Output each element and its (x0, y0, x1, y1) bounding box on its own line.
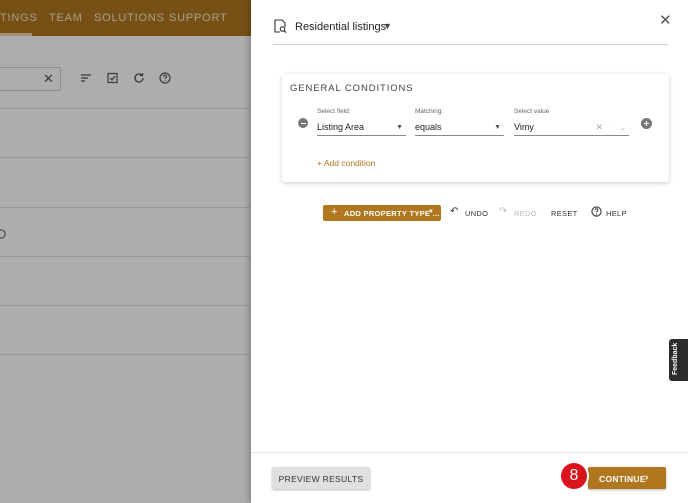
field-label: Select field: (317, 108, 351, 115)
conditions-heading: GENERAL CONDITIONS (290, 83, 414, 94)
matching-dropdown[interactable]: Matching: equals ▼ (415, 108, 504, 136)
caret-down-icon[interactable]: ▼ (383, 21, 392, 31)
add-property-label: ADD PROPERTY TYPE ... (344, 209, 440, 218)
value-value: Vimy (514, 122, 534, 132)
caret-down-icon: ▼ (396, 124, 403, 131)
close-icon[interactable]: ✕ (659, 13, 672, 28)
help-icon[interactable] (591, 206, 602, 221)
value-label: Select value (514, 108, 550, 115)
remove-condition-icon[interactable] (298, 118, 308, 128)
query-drawer: Residential listings ▼ ✕ GENERAL CONDITI… (251, 0, 688, 503)
matching-label: Matching: (415, 108, 444, 115)
footer-divider (251, 452, 688, 453)
help-button[interactable]: HELP (606, 209, 627, 218)
caret-down-icon: ▼ (428, 209, 435, 215)
feedback-tab[interactable]: Feedback (669, 339, 688, 381)
add-row-icon[interactable] (641, 118, 652, 129)
drawer-header[interactable]: Residential listings ▼ (273, 14, 668, 45)
undo-icon[interactable]: ↶ (450, 206, 458, 218)
continue-label: CONTINUE (599, 474, 646, 484)
search-document-icon (273, 19, 287, 34)
preview-results-button[interactable]: PREVIEW RESULTS (272, 467, 370, 489)
add-property-type-button[interactable]: + ADD PROPERTY TYPE ... ▼ (323, 205, 441, 221)
plus-icon: + (331, 206, 338, 218)
drawer-title: Residential listings (295, 21, 387, 33)
redo-icon: ↷ (499, 206, 508, 217)
chevron-right-icon: › (645, 472, 649, 483)
feedback-label: Feedback (672, 342, 679, 375)
chevron-down-icon: ⌄ (620, 125, 626, 132)
caret-down-icon: ▼ (494, 124, 501, 131)
reset-button[interactable]: RESET (551, 209, 578, 218)
preview-label: PREVIEW RESULTS (278, 474, 364, 484)
field-value: Listing Area (317, 122, 365, 132)
add-condition-link[interactable]: + Add condition (317, 158, 375, 168)
query-toolbar: + ADD PROPERTY TYPE ... ▼ ↶ UNDO ↷ REDO … (251, 205, 688, 223)
matching-value: equals (415, 122, 442, 132)
select-value-dropdown[interactable]: Select value Vimy ✕ · ⌄ (514, 108, 629, 136)
undo-button[interactable]: UNDO (465, 209, 488, 218)
redo-button: REDO (514, 209, 537, 218)
general-conditions-card: GENERAL CONDITIONS Select field: Listing… (282, 74, 669, 182)
clear-icon[interactable]: ✕ (595, 122, 603, 133)
continue-button[interactable]: CONTINUE › (588, 467, 666, 489)
step-badge: 8 (561, 463, 587, 489)
select-field-dropdown[interactable]: Select field: Listing Area ▼ (317, 108, 406, 136)
separator: · (608, 122, 611, 131)
